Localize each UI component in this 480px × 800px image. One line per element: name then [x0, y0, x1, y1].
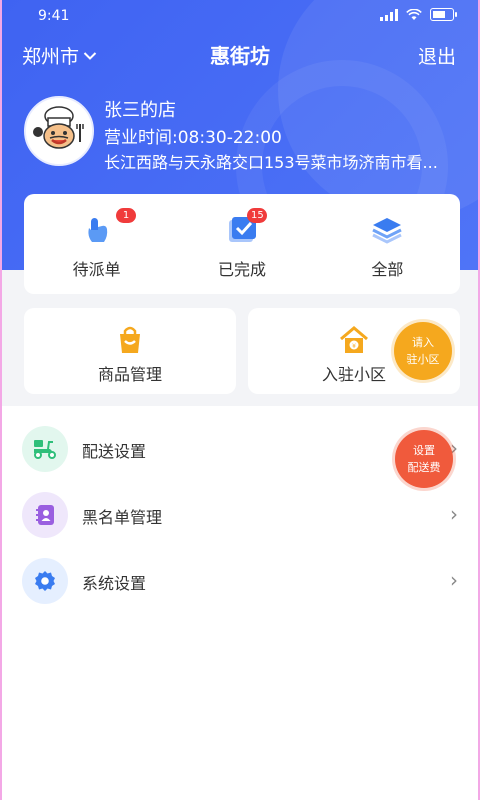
layers-icon [372, 218, 402, 244]
order-completed-label: 已完成 [217, 260, 266, 279]
orders-card: 1 待派单 15 已完成 全部 [24, 194, 460, 294]
bubble-line: 配送费 [407, 461, 441, 474]
house-icon: ¥ [340, 326, 368, 353]
gear-icon [35, 571, 55, 591]
bubble-line: 请入 [412, 336, 434, 349]
chef-icon [26, 98, 92, 164]
shopping-bag-icon [120, 326, 140, 353]
order-completed-badge: 15 [247, 208, 268, 223]
wifi-icon [406, 8, 422, 20]
store-address: 长江西路与天永路交口153号菜市场济南市看... [104, 153, 438, 172]
menu-item-label: 黑名单管理 [82, 508, 163, 527]
chevron-right-icon: › [450, 568, 458, 592]
nav-bar: 郑州市 惠街坊 退出 [2, 34, 478, 74]
status-icons [380, 8, 457, 21]
status-time: 9:41 [38, 8, 70, 24]
join-community-prompt-bubble[interactable]: 请入 驻小区 [394, 322, 452, 380]
order-all-label: 全部 [371, 260, 404, 279]
order-completed-button[interactable]: 15 已完成 [169, 194, 314, 294]
order-pending-button[interactable]: 1 待派单 [24, 194, 169, 294]
product-management-button[interactable]: 商品管理 [24, 308, 236, 394]
store-avatar[interactable] [24, 96, 94, 166]
order-pending-label: 待派单 [72, 260, 121, 279]
delivery-scooter-icon [34, 440, 56, 459]
settings-icon-circle [22, 558, 68, 604]
status-bar: 9:41 [2, 0, 478, 34]
page-title: 惠街坊 [210, 44, 270, 68]
pointer-hand-icon [88, 218, 107, 242]
delivery-icon-circle [22, 426, 68, 472]
order-all-button[interactable]: 全部 [315, 194, 460, 294]
menu-item-system-settings[interactable]: 系统设置 › [2, 548, 478, 612]
battery-icon [430, 8, 457, 21]
contact-book-icon [36, 505, 54, 525]
store-hours: 营业时间:08:30-22:00 [104, 128, 282, 148]
store-name: 张三的店 [104, 100, 176, 121]
bubble-line: 驻小区 [406, 353, 440, 366]
bubble-line: 设置 [413, 444, 435, 457]
logout-button[interactable]: 退出 [418, 42, 456, 69]
product-management-label: 商品管理 [97, 365, 162, 384]
blacklist-icon-circle [22, 492, 68, 538]
signal-icon [380, 8, 398, 21]
menu-item-label: 系统设置 [82, 574, 147, 593]
chevron-right-icon: › [450, 502, 458, 526]
set-delivery-fee-bubble[interactable]: 设置 配送费 [395, 430, 453, 488]
svg-text:¥: ¥ [352, 343, 356, 350]
menu-item-blacklist[interactable]: 黑名单管理 › [2, 482, 478, 546]
order-pending-badge: 1 [116, 208, 136, 223]
store-info: 张三的店 营业时间:08:30-22:00 长江西路与天永路交口153号菜市场济… [24, 96, 458, 186]
menu-item-label: 配送设置 [82, 442, 147, 461]
